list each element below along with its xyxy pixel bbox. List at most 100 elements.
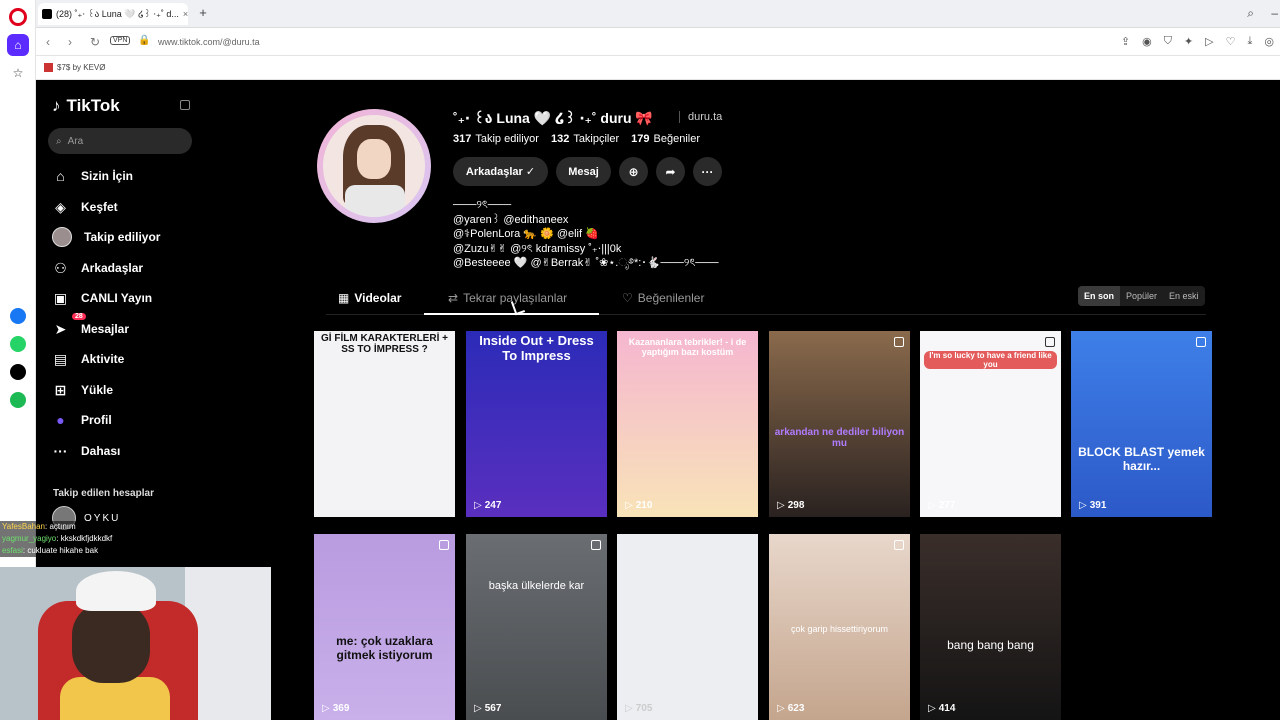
message-button[interactable]: Mesaj: [556, 157, 611, 186]
extension-icon[interactable]: ✦: [1184, 35, 1193, 48]
window-minimize-icon[interactable]: –: [1271, 6, 1278, 20]
browser-tab[interactable]: (28) ˚₊‧ ꒰ა Luna 🤍 ໒꒱ ‧₊˚ d... ×: [38, 3, 188, 25]
nav-upload[interactable]: ⊞ Yükle: [52, 377, 113, 403]
search-placeholder: Ara: [67, 135, 84, 147]
profile-nickname: ˚₊‧ ꒰ა Luna 🤍 ໒꒱ ‧₊˚ duru 🎀: [453, 110, 653, 126]
play-icon[interactable]: ▷: [1205, 35, 1213, 48]
sort-latest[interactable]: En son: [1078, 286, 1121, 306]
nav-more[interactable]: ··· Dahası: [52, 438, 121, 464]
video-tile[interactable]: BLOCK BLAST yemek hazır... ▷ 391: [1071, 331, 1212, 517]
nav-label: CANLI Yayın: [81, 291, 153, 305]
photo-icon: [1045, 337, 1055, 347]
url-field[interactable]: www.tiktok.com/@duru.ta: [158, 37, 260, 47]
nav-label: Yükle: [81, 383, 114, 397]
video-tile[interactable]: çok garip hissettiriyorum ▷ 623: [769, 534, 910, 720]
profile-username: duru.ta: [679, 111, 722, 123]
bookmark-item[interactable]: $7$ by KEVØ: [44, 63, 105, 72]
friends-button[interactable]: Arkadaşlar ✓: [453, 157, 548, 186]
following-stat[interactable]: 317 Takip ediliyor: [453, 133, 539, 145]
video-tile[interactable]: Inside Out + Dress To Impress ▷ 247: [466, 331, 607, 517]
compass-icon: ◈: [55, 198, 66, 215]
video-tile[interactable]: me: çok uzaklara gitmek istiyorum ▷ 369: [314, 534, 455, 720]
reload-icon[interactable]: ↻: [90, 35, 100, 49]
nav-label: Keşfet: [81, 200, 118, 214]
tiktok-note-icon: ♪: [52, 96, 61, 115]
followers-stat[interactable]: 132 Takipçiler: [551, 133, 619, 145]
collapse-sidebar-icon[interactable]: [180, 100, 190, 110]
stream-chat: YafesBahan: açtınım yagmur_yagiyo: kkskd…: [0, 521, 190, 557]
profile-icon[interactable]: ◎: [1264, 35, 1274, 48]
video-tile[interactable]: Gİ FİLM KARAKTERLERİ + SS TO İMPRESS ?: [314, 331, 455, 517]
webcam-overlay: [0, 567, 271, 720]
spotify-icon[interactable]: [10, 392, 26, 408]
toolbar: ⇪ ◉ ⛉ ✦ ▷ ♡ ⤓ ◎: [1121, 35, 1274, 48]
camera-icon[interactable]: ◉: [1142, 35, 1152, 48]
nav-foryou[interactable]: ⌂ Sizin İçin: [52, 163, 133, 189]
chat-line: YafesBahan: açtınım: [0, 521, 78, 533]
home-icon: ⌂: [56, 168, 65, 184]
new-tab-icon[interactable]: +: [196, 6, 210, 20]
tab-underline: [424, 313, 599, 315]
nav-explore[interactable]: ◈ Keşfet: [52, 194, 118, 220]
vpn-badge[interactable]: VPN: [110, 36, 131, 45]
heart-icon: ♡: [622, 291, 633, 305]
tab-videos[interactable]: ▦ Videolar: [338, 291, 401, 305]
nav-label: Profil: [81, 413, 112, 427]
photo-icon: [439, 540, 449, 550]
photo-icon: [1196, 337, 1206, 347]
view-count: ▷ 210: [625, 500, 653, 511]
nav-friends[interactable]: ⚇ Arkadaşlar: [52, 255, 143, 281]
whatsapp-icon[interactable]: [10, 336, 26, 352]
likes-stat: 179 Beğeniler: [631, 133, 701, 145]
shield-icon[interactable]: ⛉: [1164, 35, 1172, 48]
share-icon[interactable]: ➦: [656, 157, 685, 186]
view-count: ▷ 277: [928, 500, 956, 511]
messenger-icon[interactable]: [10, 308, 26, 324]
sort-toggle: En son Popüler En eski: [1078, 286, 1205, 306]
search-input[interactable]: ⌕ Ara: [48, 128, 192, 154]
nav-label: Aktivite: [81, 352, 125, 366]
download-icon[interactable]: ⤓: [1248, 35, 1253, 48]
video-tile[interactable]: ▷ 705: [617, 534, 758, 720]
profile-avatar[interactable]: [317, 109, 431, 223]
video-tile[interactable]: I'm so lucky to have a friend like you ▷…: [920, 331, 1061, 517]
nav-live[interactable]: ▣ CANLI Yayın: [52, 285, 152, 311]
video-tile[interactable]: başka ülkelerde kar ▷ 567: [466, 534, 607, 720]
profile-actions: Arkadaşlar ✓ Mesaj ⊕ ➦ ···: [453, 157, 722, 186]
lock-icon[interactable]: 🔒: [138, 35, 150, 46]
share-icon[interactable]: ⇪: [1121, 35, 1130, 48]
video-tile[interactable]: arkandan ne dediler biliyon mu ▷ 298: [769, 331, 910, 517]
nav-messages[interactable]: ➤ 28 Mesajlar: [52, 313, 130, 342]
view-count: ▷ 298: [777, 500, 805, 511]
video-tile[interactable]: Kazananlara tebrikler! - i de yaptığım b…: [617, 331, 758, 517]
home-icon[interactable]: ⌂: [7, 34, 29, 56]
x-icon[interactable]: [10, 364, 26, 380]
view-count: ▷ 247: [474, 500, 502, 511]
more-icon[interactable]: ···: [693, 157, 722, 186]
nav-activity[interactable]: ▤ Aktivite: [52, 346, 124, 372]
opera-logo-icon[interactable]: [9, 8, 27, 26]
play-icon: ▷: [474, 703, 482, 714]
chat-line: esfasi: cukluate hikahe bak: [0, 545, 101, 557]
play-icon: ▷: [322, 703, 330, 714]
friends-icon: ⚇: [54, 259, 67, 276]
play-icon: ▷: [625, 703, 633, 714]
nav-profile[interactable]: ● Profil: [52, 407, 112, 433]
tab-likes[interactable]: ♡ Beğenilenler: [622, 291, 704, 305]
video-tile[interactable]: bang bang bang ▷ 414: [920, 534, 1061, 720]
sort-oldest[interactable]: En eski: [1163, 286, 1205, 306]
play-icon: ▷: [928, 703, 936, 714]
nav-following[interactable]: Takip ediliyor: [52, 224, 160, 250]
add-friend-icon[interactable]: ⊕: [619, 157, 648, 186]
nav-label: Mesajlar: [81, 322, 130, 336]
tab-search-icon[interactable]: ⌕: [1247, 6, 1254, 21]
forward-icon[interactable]: ›: [68, 35, 72, 49]
tab-reposts[interactable]: ⇄ Tekrar paylaşılanlar: [448, 291, 567, 305]
sort-popular[interactable]: Popüler: [1120, 286, 1163, 306]
star-icon[interactable]: ☆: [7, 62, 29, 84]
tiktok-logo[interactable]: ♪ TikTok: [52, 96, 120, 116]
tiktok-favicon-icon: [42, 9, 52, 19]
heart-icon[interactable]: ♡: [1226, 35, 1236, 48]
close-tab-icon[interactable]: ×: [183, 9, 188, 19]
back-icon[interactable]: ‹: [46, 35, 50, 49]
